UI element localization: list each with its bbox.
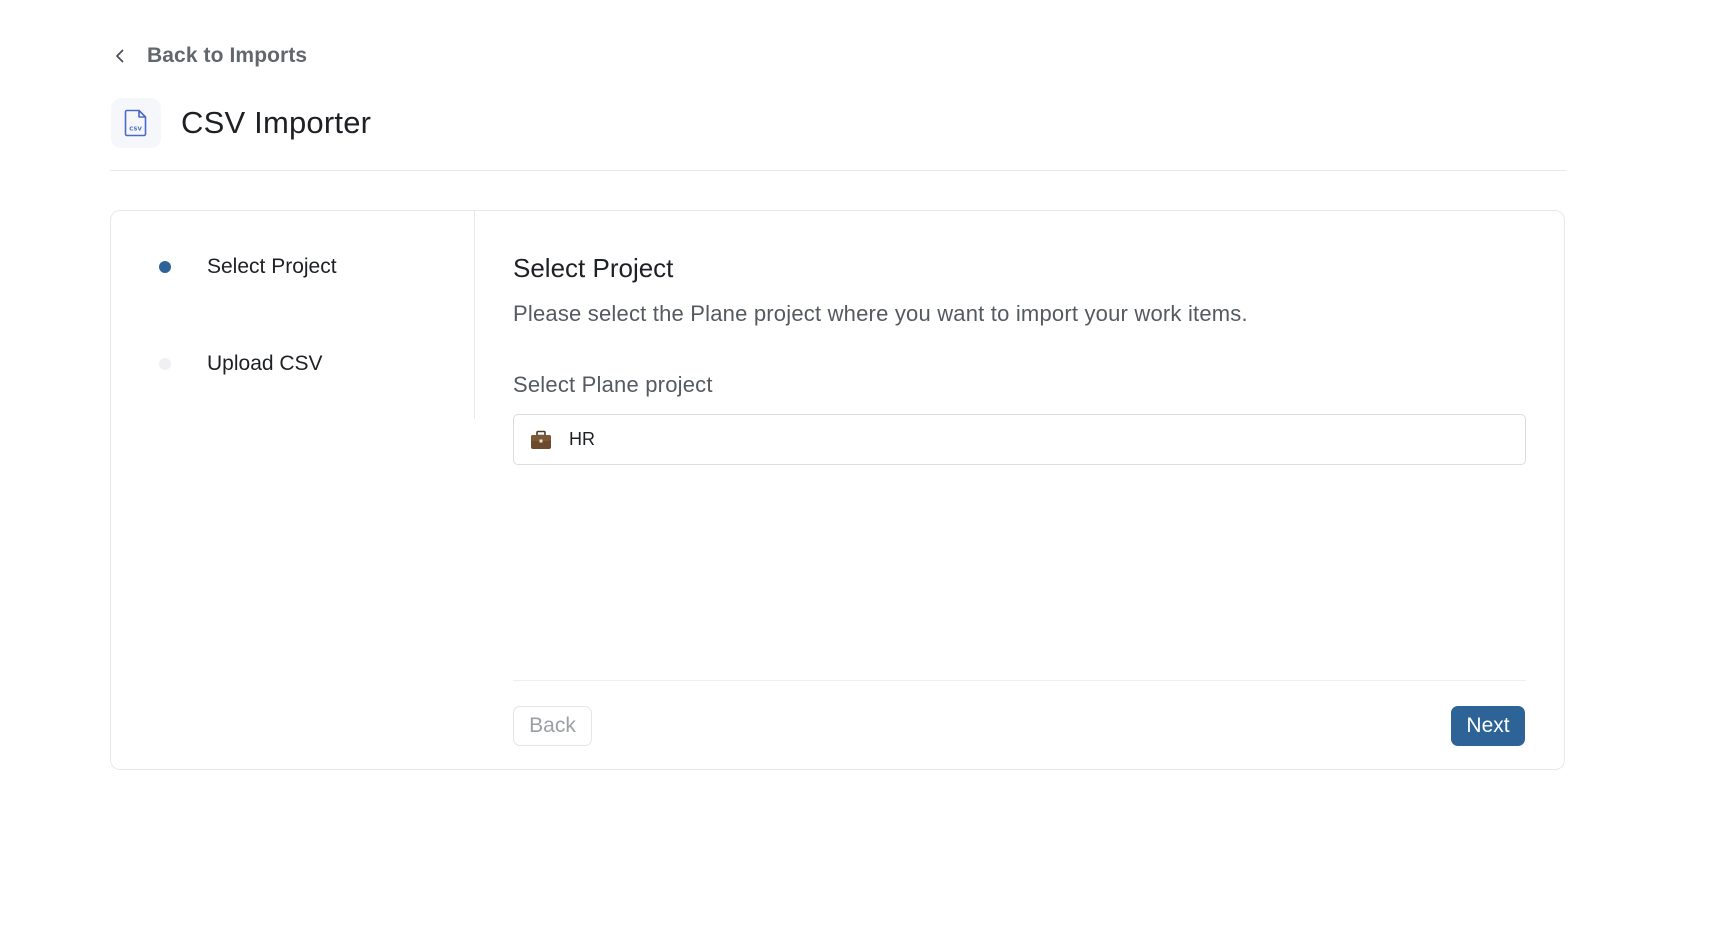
- back-button[interactable]: Back: [513, 706, 592, 746]
- selected-project-name: HR: [569, 429, 595, 449]
- svg-text:CSV: CSV: [129, 127, 142, 133]
- back-to-imports-link[interactable]: Back to Imports: [113, 40, 307, 72]
- page-title: CSV Importer: [181, 105, 372, 140]
- footer-divider: [513, 680, 1526, 681]
- step-label: Select Project: [207, 255, 337, 278]
- section-description: Please select the Plane project where yo…: [513, 301, 1248, 326]
- section-title: Select Project: [513, 253, 674, 283]
- csv-icon-container: CSV: [111, 98, 161, 148]
- step-active-dot: [159, 261, 171, 273]
- step-inactive-dot: [159, 358, 171, 370]
- back-link-label: Back to Imports: [147, 44, 308, 67]
- importer-card: Select Project Upload CSV Select Project…: [110, 210, 1565, 770]
- briefcase-icon: [531, 430, 551, 449]
- step-content: Select Project Please select the Plane p…: [513, 211, 1526, 769]
- page-header: CSV CSV Importer: [111, 98, 371, 148]
- steps-panel: Select Project Upload CSV: [111, 211, 475, 419]
- project-select[interactable]: HR: [513, 414, 1526, 465]
- step-select-project[interactable]: Select Project: [159, 255, 337, 279]
- chevron-left-icon: [116, 49, 124, 63]
- header-divider: [110, 170, 1566, 171]
- step-label: Upload CSV: [207, 352, 323, 375]
- step-upload-csv[interactable]: Upload CSV: [159, 352, 323, 376]
- project-field-label: Select Plane project: [513, 372, 713, 397]
- next-button[interactable]: Next: [1451, 706, 1525, 746]
- csv-file-icon: CSV: [124, 109, 147, 137]
